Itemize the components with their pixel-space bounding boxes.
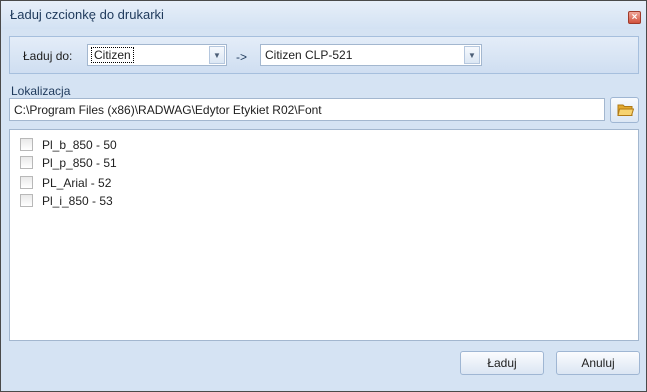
font-label: Pl_i_850 - 53 — [42, 194, 113, 208]
font-list: Pl_b_850 - 50 Pl_p_850 - 51 PL_Arial - 5… — [9, 129, 639, 341]
font-label: Pl_b_850 - 50 — [42, 138, 117, 152]
checkbox[interactable] — [20, 176, 33, 189]
load-to-label: Ładuj do: — [23, 49, 73, 63]
close-icon: × — [631, 12, 638, 23]
font-label: Pl_p_850 - 51 — [42, 156, 117, 170]
close-button[interactable]: × — [628, 11, 641, 24]
chevron-down-icon[interactable]: ▼ — [464, 46, 480, 64]
printer-toolbar: Ładuj do: Citizen ▼ -> Citizen CLP-521 ▼ — [9, 36, 639, 74]
title-bar[interactable]: Ładuj czcionkę do drukarki × — [1, 1, 646, 29]
checkbox[interactable] — [20, 156, 33, 169]
cancel-button[interactable]: Anuluj — [556, 351, 640, 375]
chevron-down-icon[interactable]: ▼ — [209, 46, 225, 64]
source-printer-value: Citizen — [91, 47, 134, 63]
dialog-window: Ładuj czcionkę do drukarki × Ładuj do: C… — [0, 0, 647, 392]
arrow-label: -> — [236, 50, 248, 64]
window-title: Ładuj czcionkę do drukarki — [10, 7, 164, 22]
target-printer-value: Citizen CLP-521 — [265, 48, 353, 62]
target-printer-select[interactable]: Citizen CLP-521 ▼ — [260, 44, 482, 66]
folder-icon — [617, 104, 634, 116]
location-path-input[interactable]: C:\Program Files (x86)\RADWAG\Edytor Ety… — [9, 98, 605, 121]
location-label: Lokalizacja — [11, 84, 71, 98]
checkbox[interactable] — [20, 194, 33, 207]
browse-folder-button[interactable] — [610, 97, 639, 123]
source-printer-select[interactable]: Citizen ▼ — [87, 44, 227, 66]
checkbox[interactable] — [20, 138, 33, 151]
load-button[interactable]: Ładuj — [460, 351, 544, 375]
font-label: PL_Arial - 52 — [42, 176, 112, 190]
